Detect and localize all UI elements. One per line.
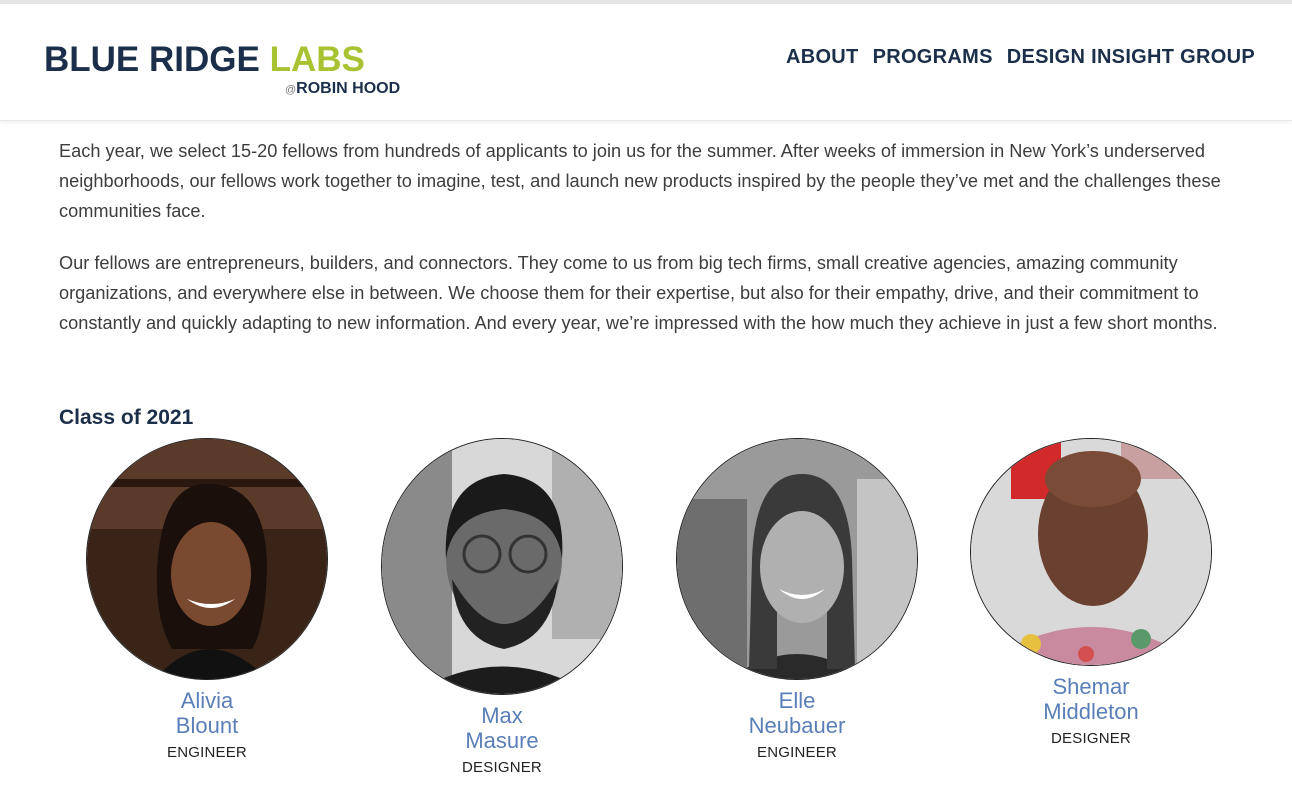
person-photo-icon <box>86 438 328 680</box>
site-header: BLUE RIDGE LABS @ROBIN HOOD ABOUT PROGRA… <box>0 4 1292 121</box>
logo-robin-hood: ROBIN HOOD <box>296 80 401 97</box>
nav-programs[interactable]: PROGRAMS <box>873 46 993 69</box>
intro-content: Each year, we select 15-20 fellows from … <box>59 136 1239 359</box>
fellow-card[interactable]: Max Masure DESIGNER <box>367 438 637 776</box>
logo-wordmark-labs: LABS <box>269 40 365 79</box>
nav-about[interactable]: ABOUT <box>786 46 859 69</box>
person-photo-icon <box>676 438 918 680</box>
logo-wordmark-primary: BLUE RIDGE <box>44 40 270 79</box>
fellow-first-name: Max <box>481 703 523 728</box>
fellow-card[interactable]: Alivia Blount ENGINEER <box>72 438 342 761</box>
fellow-card[interactable]: Elle Neubauer ENGINEER <box>662 438 932 761</box>
fellow-last-name: Middleton <box>1043 699 1139 724</box>
class-heading: Class of 2021 <box>59 406 194 429</box>
logo-subline: @ROBIN HOOD <box>285 80 400 99</box>
fellow-role: DESIGNER <box>462 759 542 776</box>
person-photo-icon <box>381 438 623 695</box>
fellow-last-name: Neubauer <box>748 713 846 738</box>
person-photo-icon <box>970 438 1212 666</box>
fellow-first-name: Elle <box>778 688 816 713</box>
logo-at: @ <box>285 84 297 96</box>
logo-wordmark: BLUE RIDGE LABS <box>44 42 365 78</box>
intro-paragraph-1: Each year, we select 15-20 fellows from … <box>59 141 1221 222</box>
blue-ridge-labs-logo[interactable]: BLUE RIDGE LABS @ROBIN HOOD <box>44 42 414 102</box>
fellow-role: ENGINEER <box>167 744 247 761</box>
fellow-role: ENGINEER <box>757 744 837 761</box>
fellow-card[interactable]: Shemar Middleton DESIGNER <box>956 438 1226 747</box>
nav-design-insight-group[interactable]: DESIGN INSIGHT GROUP <box>1007 46 1255 69</box>
fellow-last-name: Masure <box>465 728 539 753</box>
fellow-role: DESIGNER <box>1051 730 1131 747</box>
fellow-first-name: Alivia <box>180 688 234 713</box>
main-nav: ABOUT PROGRAMS DESIGN INSIGHT GROUP <box>786 46 1255 69</box>
fellow-first-name: Shemar <box>1052 674 1130 699</box>
intro-paragraph-2: Our fellows are entrepreneurs, builders,… <box>59 252 1218 334</box>
fellow-last-name: Blount <box>175 713 239 738</box>
